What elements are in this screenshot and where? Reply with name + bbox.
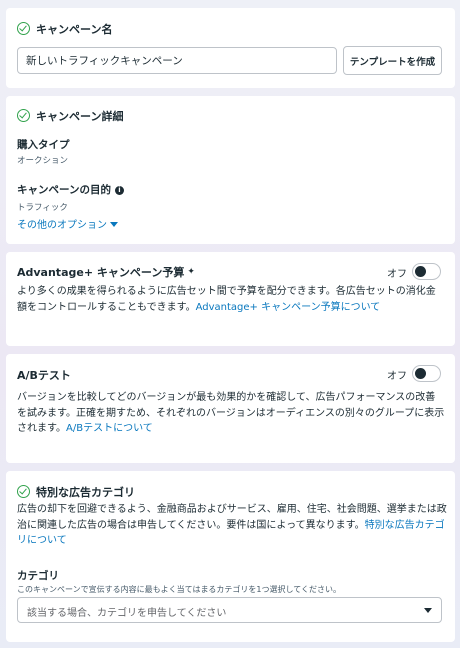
special-category-title: 特別な広告カテゴリ [36,486,135,499]
objective-label: キャンペーンの目的 i [17,182,124,197]
campaign-name-input[interactable] [17,47,337,74]
more-options-link[interactable]: その他のオプション [17,216,118,231]
more-options-label: その他のオプション [17,220,107,231]
advantage-budget-title: Advantage+ キャンペーン予算 ✦ [17,264,195,280]
advantage-budget-link[interactable]: Advantage+ キャンペーン予算について [196,302,381,313]
ab-test-description: バージョンを比較してどのバージョンが最も効果的かを確認して、広告パフォーマンスの… [17,390,445,437]
chevron-down-icon [424,608,432,613]
category-select-placeholder: 該当する場合、カテゴリを申告してください [27,608,227,619]
buying-type-value: オークション [17,156,69,166]
buying-type-label: 購入タイプ [17,139,70,151]
ab-test-toggle-label: オフ [387,371,407,382]
advantage-budget-toggle[interactable] [412,263,441,280]
info-icon[interactable]: i [114,186,124,195]
ab-test-toggle[interactable] [412,365,441,382]
special-category-description: 広告の却下を回避できるよう、金融商品およびサービス、雇用、住宅、社会問題、選挙ま… [17,502,447,549]
campaign-details-card: キャンペーン詳細 購入タイプ オークション キャンペーンの目的 i トラフィック … [6,96,455,244]
advantage-budget-title-text: Advantage+ キャンペーン予算 [17,266,185,279]
check-circle-icon [17,485,30,498]
special-category-card: 特別な広告カテゴリ 広告の却下を回避できるよう、金融商品およびサービス、雇用、住… [6,471,455,642]
campaign-name-card: キャンペーン名 テンプレートを作成 [6,8,455,88]
campaign-name-title: キャンペーン名 [36,23,113,36]
objective-value: トラフィック [17,203,68,213]
ab-test-title: A/Bテスト [17,369,71,382]
advantage-budget-card: Advantage+ キャンペーン予算 ✦ オフ より多くの成果を得られるように広… [6,252,455,346]
ab-test-card: A/Bテスト オフ バージョンを比較してどのバージョンが最も効果的かを確認して、… [6,354,455,463]
campaign-details-title: キャンペーン詳細 [36,110,124,123]
sparkle-icon: ✦ [187,267,195,277]
advantage-budget-description: より多くの成果を得られるように広告セット間で予算を配分できます。各広告セットの消… [17,284,445,315]
ab-test-link[interactable]: A/Bテストについて [66,423,153,434]
category-select[interactable]: 該当する場合、カテゴリを申告してください [17,597,442,623]
caret-down-icon [110,222,118,227]
check-circle-icon [17,22,30,35]
create-template-button[interactable]: テンプレートを作成 [343,46,442,75]
objective-label-text: キャンペーンの目的 [17,184,111,196]
check-circle-icon [17,109,30,122]
category-help-text: このキャンペーンで宣伝する内容に最もよく当てはまるカテゴリを1つ選択してください… [17,585,342,594]
category-label: カテゴリ [17,570,59,582]
toggle-knob [415,266,426,277]
advantage-toggle-label: オフ [387,269,407,280]
toggle-knob [415,368,426,379]
